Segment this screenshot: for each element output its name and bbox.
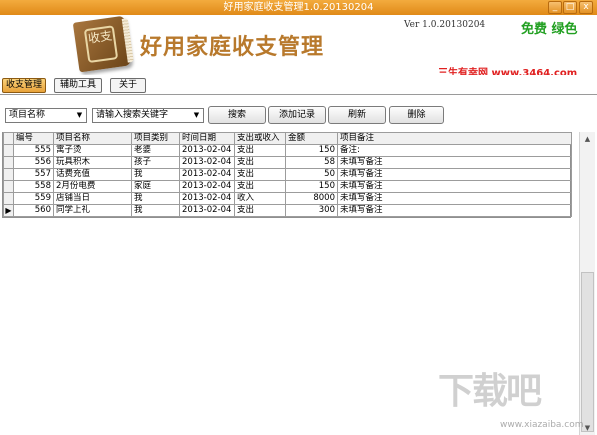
watermark-url: www.xiazaiba.com: [500, 420, 584, 430]
cell-id[interactable]: 556: [13, 156, 54, 169]
cell-id[interactable]: 555: [13, 144, 54, 157]
nav-bar: 收支管理 辅助工具 关于: [0, 75, 597, 95]
table-row[interactable]: 556 玩具积木 孩子 2013-02-04 支出 58 未填写备注: [3, 156, 572, 169]
cell-amount[interactable]: 8000: [285, 192, 338, 205]
cell-date[interactable]: 2013-02-04: [179, 144, 235, 157]
cell-type[interactable]: 支出: [234, 144, 286, 157]
logo-text: 收支: [83, 25, 119, 64]
current-row-indicator-icon[interactable]: ▶: [3, 204, 14, 217]
table-row[interactable]: 557 话费充值 我 2013-02-04 支出 50 未填写备注: [3, 168, 572, 181]
column-header[interactable]: 项目备注: [337, 132, 572, 145]
row-indicator-header: [3, 132, 14, 145]
cell-amount[interactable]: 150: [285, 144, 338, 157]
cell-id[interactable]: 560: [13, 204, 54, 217]
row-indicator[interactable]: [3, 180, 14, 193]
grid-header-row: 编号 项目名称 项目类别 时间日期 支出或收入 金额 项目备注: [3, 132, 572, 145]
cell-name[interactable]: 同学上礼: [53, 204, 132, 217]
cell-amount[interactable]: 300: [285, 204, 338, 217]
cell-type[interactable]: 支出: [234, 168, 286, 181]
cell-name[interactable]: 店铺当日: [53, 192, 132, 205]
add-record-button[interactable]: 添加记录: [268, 106, 326, 124]
cell-amount[interactable]: 50: [285, 168, 338, 181]
tab-tools[interactable]: 辅助工具: [54, 78, 102, 93]
search-keyword-value: 请输入搜索关键字: [96, 110, 169, 120]
column-header[interactable]: 项目类别: [131, 132, 180, 145]
book-pages: [121, 18, 134, 63]
header-banner: 收支 好用家庭收支管理 Ver 1.0.20130204 免费 绿色 三生有幸网…: [0, 15, 597, 79]
ledger-book-icon: 收支: [72, 15, 134, 73]
cell-category[interactable]: 我: [131, 168, 180, 181]
cell-type[interactable]: 支出: [234, 156, 286, 169]
cell-amount[interactable]: 150: [285, 180, 338, 193]
close-button[interactable]: x: [579, 1, 593, 14]
row-indicator[interactable]: [3, 156, 14, 169]
cell-date[interactable]: 2013-02-04: [179, 180, 235, 193]
row-indicator[interactable]: [3, 168, 14, 181]
cell-name[interactable]: 玩具积木: [53, 156, 132, 169]
tab-income-expense[interactable]: 收支管理: [2, 78, 46, 93]
cell-date[interactable]: 2013-02-04: [179, 192, 235, 205]
cell-type[interactable]: 收入: [234, 192, 286, 205]
cell-category[interactable]: 我: [131, 192, 180, 205]
table-row[interactable]: 558 2月份电费 家庭 2013-02-04 支出 150 未填写备注: [3, 180, 572, 193]
search-field-value: 项目名称: [9, 110, 46, 120]
cell-note[interactable]: 未填写备注: [337, 192, 572, 205]
refresh-button[interactable]: 刷新: [328, 106, 386, 124]
chevron-down-icon[interactable]: ▼: [73, 109, 86, 122]
table-row[interactable]: 559 店铺当日 我 2013-02-04 收入 8000 未填写备注: [3, 192, 572, 205]
search-field-select[interactable]: 项目名称 ▼: [5, 108, 87, 123]
free-green-label: 免费 绿色: [521, 22, 578, 37]
cell-note[interactable]: 未填写备注: [337, 180, 572, 193]
cell-id[interactable]: 557: [13, 168, 54, 181]
cell-id[interactable]: 558: [13, 180, 54, 193]
cell-name[interactable]: 话费充值: [53, 168, 132, 181]
cell-category[interactable]: 孩子: [131, 156, 180, 169]
app-title: 好用家庭收支管理: [140, 35, 325, 60]
cell-category[interactable]: 家庭: [131, 180, 180, 193]
table-row-current[interactable]: ▶ 560 同学上礼 我 2013-02-04 支出 300 未填写备注: [3, 204, 572, 217]
cell-date[interactable]: 2013-02-04: [179, 204, 235, 217]
watermark-logo: 下载吧: [438, 371, 542, 412]
cell-name[interactable]: 2月份电费: [53, 180, 132, 193]
cell-date[interactable]: 2013-02-04: [179, 168, 235, 181]
version-label: Ver 1.0.20130204: [404, 20, 486, 30]
row-indicator[interactable]: [3, 144, 14, 157]
tab-about[interactable]: 关于: [110, 78, 146, 93]
search-keyword-select[interactable]: 请输入搜索关键字 ▼: [92, 108, 204, 123]
cell-type[interactable]: 支出: [234, 204, 286, 217]
cell-category[interactable]: 我: [131, 204, 180, 217]
cell-date[interactable]: 2013-02-04: [179, 156, 235, 169]
cell-name[interactable]: 寓子烫: [53, 144, 132, 157]
cell-note[interactable]: 未填写备注: [337, 156, 572, 169]
cell-id[interactable]: 559: [13, 192, 54, 205]
chevron-down-icon[interactable]: ▼: [190, 109, 203, 122]
column-header[interactable]: 项目名称: [53, 132, 132, 145]
row-indicator[interactable]: [3, 192, 14, 205]
delete-button[interactable]: 删除: [389, 106, 444, 124]
cell-amount[interactable]: 58: [285, 156, 338, 169]
maximize-button[interactable]: □: [563, 1, 577, 14]
records-grid[interactable]: 编号 项目名称 项目类别 时间日期 支出或收入 金额 项目备注 555 寓子烫 …: [2, 132, 572, 218]
cell-note[interactable]: 未填写备注: [337, 168, 572, 181]
column-header[interactable]: 支出或收入: [234, 132, 286, 145]
column-header[interactable]: 编号: [13, 132, 54, 145]
table-row[interactable]: 555 寓子烫 老婆 2013-02-04 支出 150 备注:: [3, 144, 572, 157]
title-bar: 好用家庭收支管理1.0.20130204 _ □ x: [0, 0, 597, 15]
search-button[interactable]: 搜索: [208, 106, 266, 124]
column-header[interactable]: 时间日期: [179, 132, 235, 145]
scroll-up-icon[interactable]: ▲: [580, 132, 595, 146]
cell-note[interactable]: 未填写备注: [337, 204, 572, 217]
cell-note[interactable]: 备注:: [337, 144, 572, 157]
cell-category[interactable]: 老婆: [131, 144, 180, 157]
window-title: 好用家庭收支管理1.0.20130204: [223, 2, 374, 13]
minimize-button[interactable]: _: [548, 1, 562, 14]
column-header[interactable]: 金额: [285, 132, 338, 145]
scrollbar-thumb[interactable]: [581, 272, 594, 432]
search-toolbar: 项目名称 ▼ 请输入搜索关键字 ▼ 搜索 添加记录 刷新 删除: [0, 96, 597, 132]
vertical-scrollbar[interactable]: ▲ ▼: [579, 132, 595, 435]
cell-type[interactable]: 支出: [234, 180, 286, 193]
